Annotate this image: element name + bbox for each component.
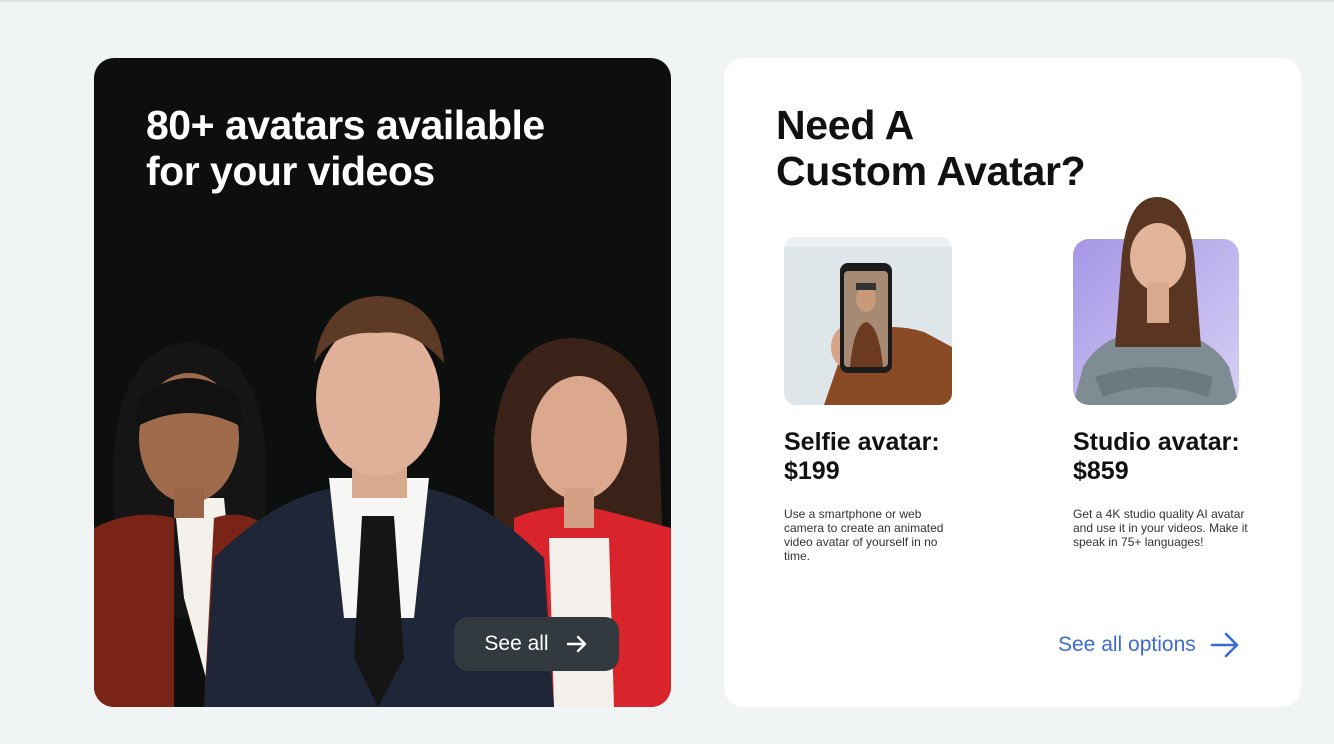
custom-avatar-heading-line1: Need A bbox=[776, 102, 914, 148]
studio-avatar-price: $859 bbox=[1073, 457, 1129, 485]
see-all-options-link[interactable]: See all options bbox=[1058, 632, 1240, 658]
studio-avatar-name: Studio avatar: bbox=[1073, 428, 1240, 456]
avatars-heading-line2: for your videos bbox=[146, 148, 435, 194]
studio-avatar-option[interactable]: Studio avatar: $859 Get a 4K studio qual… bbox=[1073, 197, 1253, 549]
studio-avatar-image bbox=[1073, 197, 1239, 405]
custom-avatar-heading: Need A Custom Avatar? bbox=[776, 102, 1236, 194]
avatars-heading: 80+ avatars available for your videos bbox=[146, 102, 606, 194]
selfie-avatar-option[interactable]: Selfie avatar: $199 Use a smartphone or … bbox=[784, 237, 964, 563]
arrow-right-icon bbox=[1210, 632, 1239, 658]
avatars-heading-line1: 80+ avatars available bbox=[146, 102, 545, 148]
studio-avatar-title: Studio avatar: $859 bbox=[1073, 428, 1253, 486]
custom-avatar-card: Need A Custom Avatar? Selfie avatar: $19… bbox=[724, 58, 1301, 707]
top-divider bbox=[0, 0, 1334, 2]
studio-avatar-description: Get a 4K studio quality AI avatar and us… bbox=[1073, 507, 1248, 549]
selfie-avatar-name: Selfie avatar: bbox=[784, 428, 940, 456]
selfie-avatar-description: Use a smartphone or web camera to create… bbox=[784, 507, 944, 563]
see-all-button[interactable]: See all bbox=[454, 617, 619, 671]
selfie-avatar-image bbox=[784, 237, 952, 405]
arrow-right-icon bbox=[566, 635, 586, 653]
custom-avatar-heading-line2: Custom Avatar? bbox=[776, 148, 1086, 194]
avatars-card: 80+ avatars available for your videos Se… bbox=[94, 58, 671, 707]
see-all-label: See all bbox=[484, 632, 549, 655]
selfie-avatar-title: Selfie avatar: $199 bbox=[784, 428, 964, 486]
selfie-avatar-price: $199 bbox=[784, 457, 840, 485]
see-all-options-label: See all options bbox=[1058, 633, 1196, 656]
